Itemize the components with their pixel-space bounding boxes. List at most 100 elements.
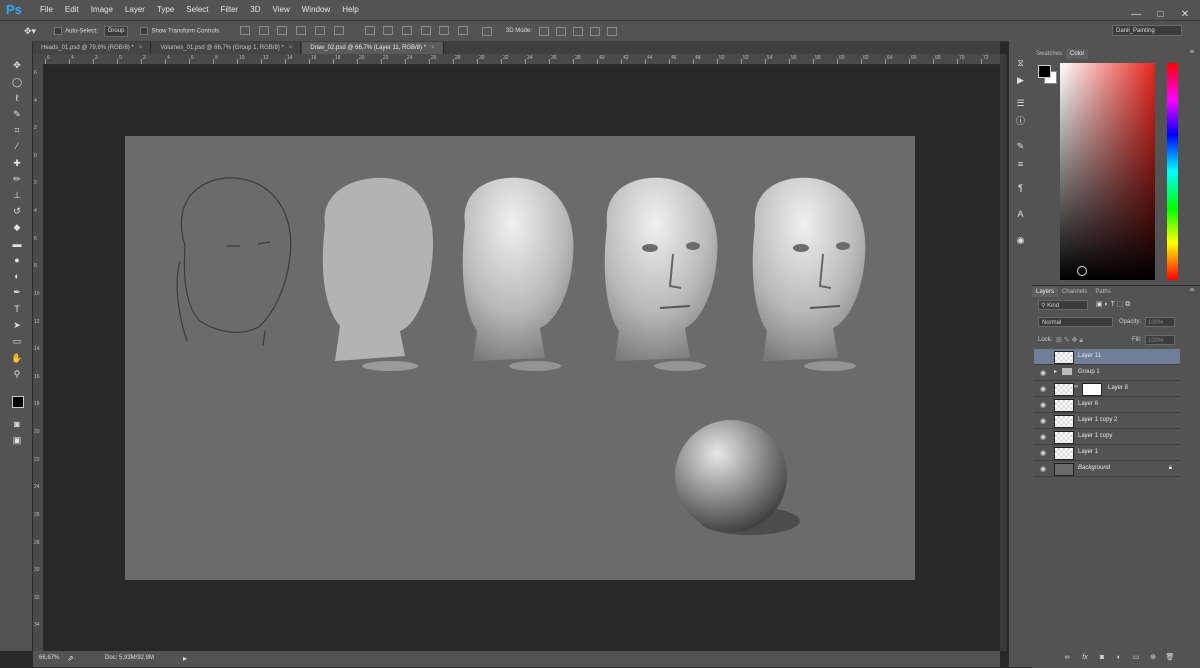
layer-filter-icons[interactable]: ▣ ◐ T ⬚ ⧉	[1096, 300, 1176, 310]
screen-mode-icon[interactable]: ▣	[11, 434, 23, 446]
rectangle-tool-icon[interactable]: ▭	[11, 335, 23, 347]
3d-slide-icon[interactable]	[589, 26, 600, 36]
menu-3d[interactable]: 3D	[244, 0, 266, 20]
type-tool-icon[interactable]: T	[11, 303, 23, 315]
menu-image[interactable]: Image	[85, 0, 119, 20]
3d-scale-icon[interactable]	[606, 26, 617, 36]
info-panel-icon[interactable]: ⓘ	[1014, 115, 1027, 128]
hue-slider[interactable]	[1167, 63, 1178, 280]
expand-arrow-icon[interactable]: ▸	[1054, 368, 1057, 375]
fill-field[interactable]: 100%	[1145, 335, 1175, 345]
layer-row-background[interactable]: ◉ Background 🔒︎	[1034, 461, 1180, 477]
align-right-icon[interactable]	[333, 25, 344, 35]
auto-select-dropdown[interactable]: Group	[103, 25, 129, 37]
layer-row-layer-8[interactable]: ◉ ∞ Layer 8	[1034, 381, 1180, 397]
align-center-icon[interactable]	[314, 25, 325, 35]
brush-tool-icon[interactable]: ✏	[11, 173, 23, 185]
trash-icon[interactable]: 🗑︎	[1165, 653, 1175, 663]
foreground-color-swatch[interactable]	[12, 396, 24, 408]
3d-drag-icon[interactable]	[572, 26, 583, 36]
layer-row-layer-1-copy[interactable]: ◉ Layer 1 copy	[1034, 429, 1180, 445]
blur-tool-icon[interactable]: ●	[11, 254, 23, 266]
zoom-tool-icon[interactable]: ⚲	[11, 368, 23, 380]
eye-icon[interactable]: ◉	[1040, 369, 1046, 377]
distribute-right-icon[interactable]	[457, 25, 468, 35]
color-picker-cursor[interactable]	[1077, 266, 1087, 276]
3d-rotate-icon[interactable]	[538, 26, 549, 36]
3d-roll-icon[interactable]	[555, 26, 566, 36]
path-selection-tool-icon[interactable]: ➤	[11, 319, 23, 331]
gradient-tool-icon[interactable]: ▬	[11, 238, 23, 250]
brush-panel-icon[interactable]: ✎	[1014, 140, 1027, 153]
lasso-tool-icon[interactable]: ℓ	[11, 92, 23, 104]
move-tool-icon[interactable]: ✥▾	[24, 26, 36, 37]
opacity-field[interactable]: 100%	[1145, 317, 1175, 327]
quick-mask-icon[interactable]: ◙	[11, 418, 23, 430]
eraser-tool-icon[interactable]: ◆	[11, 221, 23, 233]
status-menu-arrow-icon[interactable]: ▸	[183, 654, 187, 663]
mask-icon[interactable]: ◙	[1097, 653, 1107, 663]
menu-select[interactable]: Select	[180, 0, 214, 20]
menu-edit[interactable]: Edit	[59, 0, 85, 20]
character-panel-icon[interactable]: A	[1014, 208, 1027, 221]
history-panel-icon[interactable]: ⧖	[1014, 57, 1027, 70]
close-icon[interactable]: ×	[139, 45, 143, 51]
auto-select-checkbox[interactable]: Auto-Select:	[54, 27, 98, 35]
paragraph-panel-icon[interactable]: ¶	[1014, 182, 1027, 195]
distribute-top-icon[interactable]	[364, 25, 375, 35]
tab-channels[interactable]: Channels	[1058, 287, 1091, 297]
distribute-bottom-icon[interactable]	[401, 25, 412, 35]
eyedropper-tool-icon[interactable]: ⁄	[11, 140, 23, 152]
zoom-level[interactable]: 66,67%	[39, 655, 59, 661]
document-tab[interactable]: Heads_01.psd @ 79,6% (RGB/8) * ×	[33, 42, 152, 54]
folder-icon[interactable]: ▭	[1131, 653, 1141, 663]
layer-row-layer-1[interactable]: ◉ Layer 1	[1034, 445, 1180, 461]
menu-view[interactable]: View	[267, 0, 296, 20]
crop-tool-icon[interactable]: ⌗	[11, 124, 23, 136]
canvas-scrollbar[interactable]	[1000, 54, 1007, 651]
align-bottom-icon[interactable]	[277, 25, 288, 35]
align-top-icon[interactable]	[240, 25, 251, 35]
marquee-tool-icon[interactable]: ◯	[11, 76, 23, 88]
layer-row-layer-1-copy-2[interactable]: ◉ Layer 1 copy 2	[1034, 413, 1180, 429]
document-tab-active[interactable]: Draw_02.psd @ 66,7% (Layer 11, RGB/8) * ×	[302, 42, 444, 54]
workspace-dropdown[interactable]: Danil_Painting	[1112, 25, 1182, 36]
lock-icons[interactable]: ⊞ ✎ ✥ 🔒︎	[1056, 336, 1083, 345]
menu-filter[interactable]: Filter	[215, 0, 245, 20]
styles-panel-icon[interactable]: ◉	[1014, 234, 1027, 247]
close-icon[interactable]: ×	[289, 45, 293, 51]
layer-row-layer-6[interactable]: ◉ Layer 6	[1034, 397, 1180, 413]
eye-icon[interactable]: ◉	[1040, 401, 1046, 409]
brush-presets-icon[interactable]: ≡	[1014, 158, 1027, 171]
auto-align-icon[interactable]	[481, 26, 492, 36]
healing-brush-tool-icon[interactable]: ✚	[11, 157, 23, 169]
move-tool-icon[interactable]: ✥	[11, 59, 23, 71]
filter-kind-dropdown[interactable]: ⚲ Kind	[1038, 300, 1088, 310]
color-picker-field[interactable]	[1060, 63, 1155, 280]
actions-panel-icon[interactable]: ▶	[1014, 74, 1027, 87]
document-canvas[interactable]	[125, 136, 915, 580]
panel-menu-icon[interactable]: ≡	[1190, 287, 1194, 294]
menu-help[interactable]: Help	[336, 0, 364, 20]
layer-mask-thumbnail[interactable]	[1082, 383, 1102, 396]
foreground-color-swatch[interactable]	[1038, 65, 1051, 78]
distribute-left-icon[interactable]	[420, 25, 431, 35]
adjustment-icon[interactable]: ◐	[1114, 653, 1124, 663]
eye-icon[interactable]: ◉	[1040, 449, 1046, 457]
clone-stamp-tool-icon[interactable]: ⊥	[11, 189, 23, 201]
distribute-middle-icon[interactable]	[383, 25, 394, 35]
eye-icon[interactable]: ◉	[1040, 433, 1046, 441]
restore-button[interactable]: □	[1154, 9, 1168, 21]
layer-row-group-1[interactable]: ◉ ▸ Group 1	[1034, 365, 1180, 381]
share-icon[interactable]: ⇗	[67, 654, 74, 663]
link-icon[interactable]: ∞	[1062, 653, 1072, 663]
pen-tool-icon[interactable]: ✒	[11, 286, 23, 298]
history-brush-tool-icon[interactable]: ↺	[11, 205, 23, 217]
fx-icon[interactable]: fx	[1080, 653, 1090, 663]
panel-menu-icon[interactable]: ≡	[1190, 49, 1194, 56]
close-icon[interactable]: ×	[431, 45, 435, 51]
align-left-icon[interactable]	[296, 25, 307, 35]
distribute-center-icon[interactable]	[439, 25, 450, 35]
dodge-tool-icon[interactable]: ◐	[11, 270, 23, 282]
menu-type[interactable]: Type	[151, 0, 180, 20]
